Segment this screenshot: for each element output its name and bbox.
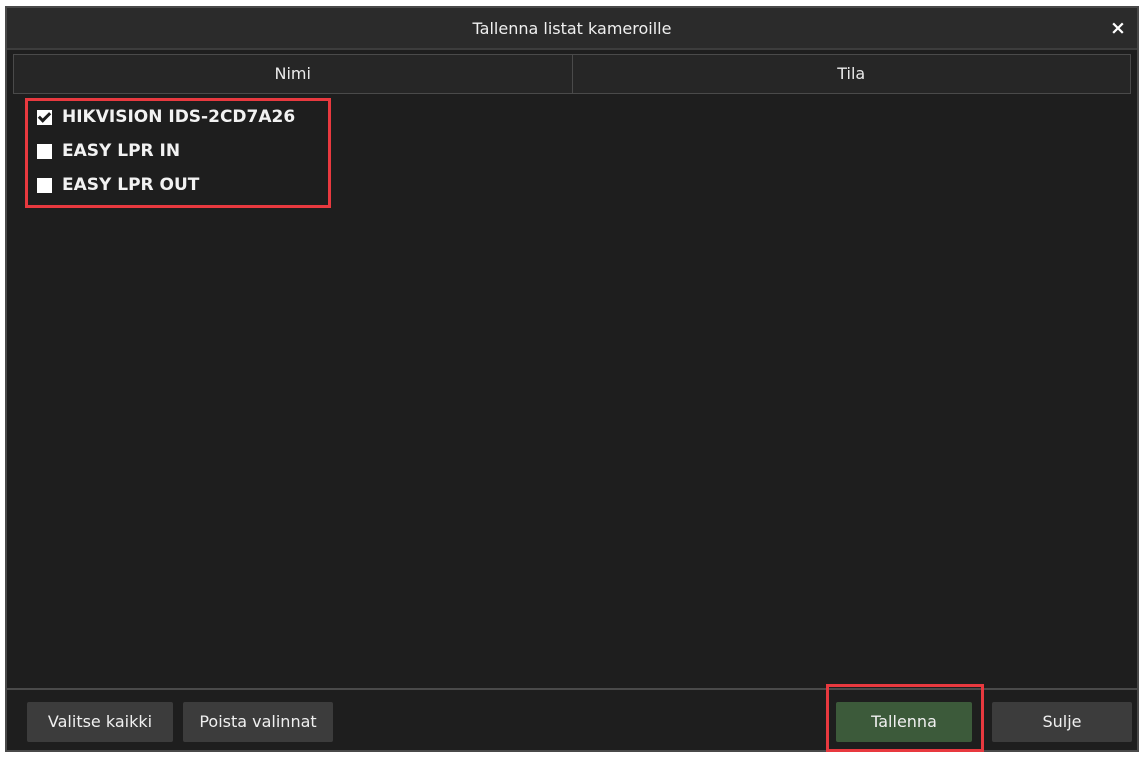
dialog-title: Tallenna listat kameroille (472, 19, 672, 38)
column-header-name[interactable]: Nimi (14, 55, 573, 93)
camera-list: HIKVISION IDS-2CD7A26 EASY LPR IN EASY L… (13, 94, 1131, 690)
clear-selection-button[interactable]: Poista valinnat (183, 702, 333, 742)
camera-list-item[interactable]: HIKVISION IDS-2CD7A26 (37, 104, 295, 130)
table-header: Nimi Tila (13, 54, 1131, 94)
dialog-titlebar: Tallenna listat kameroille × (7, 8, 1137, 50)
camera-list-item[interactable]: EASY LPR IN (37, 138, 180, 164)
save-lists-dialog: Tallenna listat kameroille × Nimi Tila H… (5, 6, 1139, 752)
close-icon[interactable]: × (1107, 17, 1129, 39)
select-all-button[interactable]: Valitse kaikki (27, 702, 173, 742)
save-button[interactable]: Tallenna (836, 702, 972, 742)
camera-list-item[interactable]: EASY LPR OUT (37, 172, 199, 198)
camera-name: EASY LPR OUT (62, 175, 200, 195)
column-header-status[interactable]: Tila (573, 55, 1131, 93)
checkbox-checked[interactable] (37, 109, 52, 125)
camera-name: HIKVISION IDS-2CD7A26 (62, 107, 296, 127)
close-button[interactable]: Sulje (992, 702, 1132, 742)
dialog-footer: Valitse kaikki Poista valinnat Tallenna … (7, 684, 1137, 752)
checkbox-unchecked[interactable] (37, 143, 52, 159)
checkbox-unchecked[interactable] (37, 177, 52, 193)
camera-name: EASY LPR IN (62, 141, 181, 161)
